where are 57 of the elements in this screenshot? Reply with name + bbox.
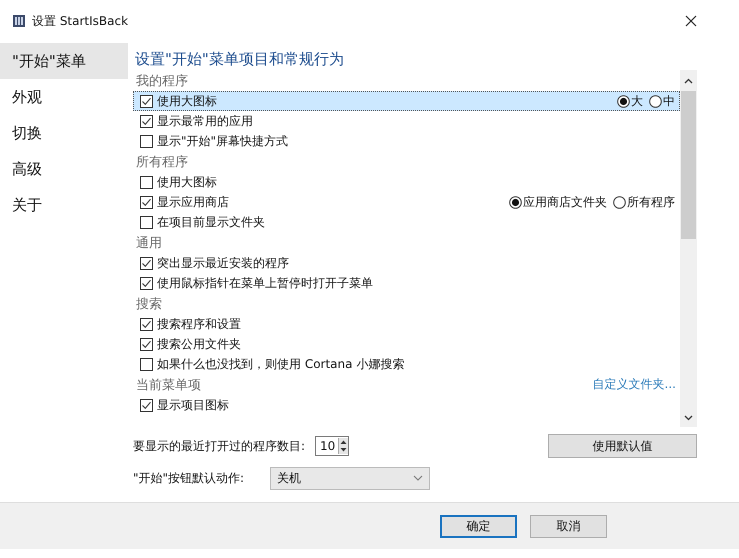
radio-option[interactable]: 大 [617, 92, 643, 110]
list-row[interactable]: 显示"开始"屏幕快捷方式 [133, 131, 680, 151]
radio-option[interactable]: 中 [649, 92, 675, 110]
radio-option[interactable]: 所有程序 [613, 194, 675, 210]
checkbox[interactable]: 使用大图标 [140, 174, 217, 190]
checkbox[interactable]: 突出显示最近安装的程序 [140, 254, 289, 272]
scroll-thumb[interactable] [681, 91, 696, 239]
checkbox[interactable]: 使用大图标 [140, 92, 217, 110]
window-title: 设置 StartIsBack [32, 12, 128, 30]
checkbox[interactable]: 如果什么也没找到，则使用 Cortana 小娜搜索 [140, 356, 404, 372]
list-row[interactable]: 显示项目图标 [133, 395, 680, 415]
scrollbar[interactable] [680, 70, 697, 427]
list-row[interactable]: 如果什么也没找到，则使用 Cortana 小娜搜索 [133, 354, 680, 374]
sidebar-item[interactable]: 外观 [0, 79, 128, 115]
checkbox[interactable]: 显示项目图标 [140, 396, 229, 414]
sidebar-item[interactable]: 切换 [0, 115, 128, 151]
recent-count-spinner[interactable]: 10 [315, 436, 350, 456]
checkbox[interactable]: 在项目前显示文件夹 [140, 214, 265, 230]
scroll-down-icon[interactable] [684, 415, 693, 421]
group-title: 搜索 [136, 296, 162, 312]
checkbox[interactable]: 显示"开始"屏幕快捷方式 [140, 132, 288, 150]
start-action-label: "开始"按钮默认动作: [133, 470, 246, 486]
app-icon [12, 14, 26, 28]
checkbox[interactable]: 搜索公用文件夹 [140, 336, 241, 352]
sidebar-item[interactable]: 关于 [0, 187, 128, 223]
list-row[interactable]: 突出显示最近安装的程序 [133, 253, 680, 273]
group-title: 当前菜单项 [136, 376, 201, 394]
list-row[interactable]: 在项目前显示文件夹 [133, 212, 680, 232]
close-icon[interactable] [685, 15, 697, 27]
page-heading: 设置"开始"菜单项目和常规行为 [134, 49, 345, 69]
sidebar-item[interactable]: 高级 [0, 151, 128, 187]
use-defaults-button[interactable]: 使用默认值 [548, 434, 697, 458]
scroll-up-icon[interactable] [684, 78, 693, 84]
recent-count-label: 要显示的最近打开过的程序数目: [133, 438, 306, 454]
list-row[interactable]: 显示应用商店 应用商店文件夹 所有程序 [133, 192, 680, 212]
spin-down-icon[interactable] [339, 446, 348, 454]
list-row[interactable]: 使用大图标 [133, 172, 680, 192]
spin-up-icon[interactable] [339, 438, 348, 446]
checkbox[interactable]: 使用鼠标指针在菜单上暂停时打开子菜单 [140, 274, 373, 292]
radio-option[interactable]: 应用商店文件夹 [509, 194, 607, 210]
dialog-button[interactable]: 取消 [530, 514, 607, 538]
checkbox[interactable]: 显示应用商店 [140, 194, 229, 210]
list-row[interactable]: 使用大图标 大 中 [133, 91, 680, 111]
checkbox[interactable]: 搜索程序和设置 [140, 316, 241, 332]
list-row[interactable]: 显示最常用的应用 [133, 111, 680, 131]
list-row[interactable]: 搜索程序和设置 [133, 314, 680, 334]
dialog-button[interactable]: 确定 [440, 514, 517, 538]
list-row[interactable]: 使用鼠标指针在菜单上暂停时打开子菜单 [133, 273, 680, 293]
checkbox[interactable]: 显示最常用的应用 [140, 112, 253, 130]
group-title: 通用 [136, 234, 162, 252]
start-action-dropdown[interactable]: 关机 [270, 466, 430, 490]
customize-folders-link[interactable]: 自定义文件夹... [592, 376, 676, 393]
group-title: 所有程序 [136, 154, 188, 170]
group-title: 我的程序 [136, 72, 188, 90]
list-row[interactable]: 搜索公用文件夹 [133, 334, 680, 354]
sidebar-item[interactable]: "开始"菜单 [0, 43, 128, 79]
chevron-down-icon [413, 475, 423, 481]
